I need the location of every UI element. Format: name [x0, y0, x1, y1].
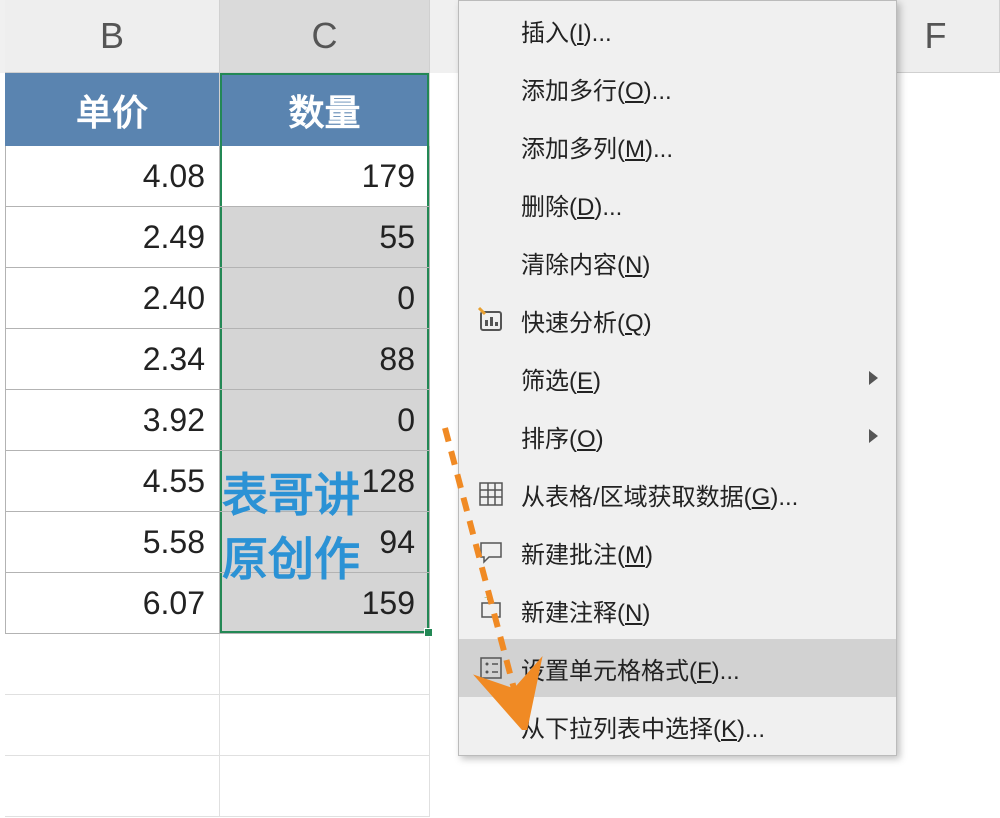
- menu-filter[interactable]: 筛选(E): [459, 349, 896, 407]
- context-menu: 插入(I)... 添加多行(O)... 添加多列(M)... 删除(D)... …: [458, 0, 897, 756]
- note-icon: +: [475, 594, 507, 626]
- column-header-b[interactable]: B: [5, 0, 220, 73]
- menu-sort[interactable]: 排序(O): [459, 407, 896, 465]
- menu-pick-list[interactable]: 从下拉列表中选择(K)...: [459, 697, 896, 755]
- cell-b[interactable]: 3.92: [5, 390, 220, 451]
- cell-b[interactable]: 4.55: [5, 451, 220, 512]
- table-icon: [475, 478, 507, 510]
- menu-get-data[interactable]: 从表格/区域获取数据(G)...: [459, 465, 896, 523]
- cell-c[interactable]: 0: [220, 390, 430, 451]
- cell-c[interactable]: 88: [220, 329, 430, 390]
- format-cells-icon: [475, 652, 507, 684]
- cell-b[interactable]: 5.58: [5, 512, 220, 573]
- menu-new-note[interactable]: + 新建注释(N): [459, 581, 896, 639]
- cell-b[interactable]: 2.49: [5, 207, 220, 268]
- header-price[interactable]: 单价: [5, 73, 220, 146]
- column-header-c[interactable]: C: [220, 0, 430, 73]
- cell-c[interactable]: 55: [220, 207, 430, 268]
- menu-format-cells[interactable]: 设置单元格格式(F)...: [459, 639, 896, 697]
- menu-insert[interactable]: 插入(I)...: [459, 1, 896, 59]
- cell-c[interactable]: 159: [220, 573, 430, 634]
- menu-clear[interactable]: 清除内容(N): [459, 233, 896, 291]
- cell-c[interactable]: 179: [220, 146, 430, 207]
- cell-b[interactable]: 4.08: [5, 146, 220, 207]
- cell-c[interactable]: 128: [220, 451, 430, 512]
- fill-handle[interactable]: [424, 628, 433, 637]
- menu-quick-analysis[interactable]: 快速分析(Q): [459, 291, 896, 349]
- comment-icon: [475, 536, 507, 568]
- cell-b[interactable]: 2.34: [5, 329, 220, 390]
- menu-delete[interactable]: 删除(D)...: [459, 175, 896, 233]
- menu-add-rows[interactable]: 添加多行(O)...: [459, 59, 896, 117]
- cell-b[interactable]: 2.40: [5, 268, 220, 329]
- cell-c[interactable]: 0: [220, 268, 430, 329]
- cell-c[interactable]: 94: [220, 512, 430, 573]
- submenu-arrow-icon: [869, 429, 878, 443]
- header-quantity[interactable]: 数量: [220, 73, 430, 146]
- menu-add-cols[interactable]: 添加多列(M)...: [459, 117, 896, 175]
- menu-new-comment[interactable]: 新建批注(M): [459, 523, 896, 581]
- svg-text:+: +: [484, 597, 491, 604]
- submenu-arrow-icon: [869, 371, 878, 385]
- quick-analysis-icon: [475, 304, 507, 336]
- cell-b[interactable]: 6.07: [5, 573, 220, 634]
